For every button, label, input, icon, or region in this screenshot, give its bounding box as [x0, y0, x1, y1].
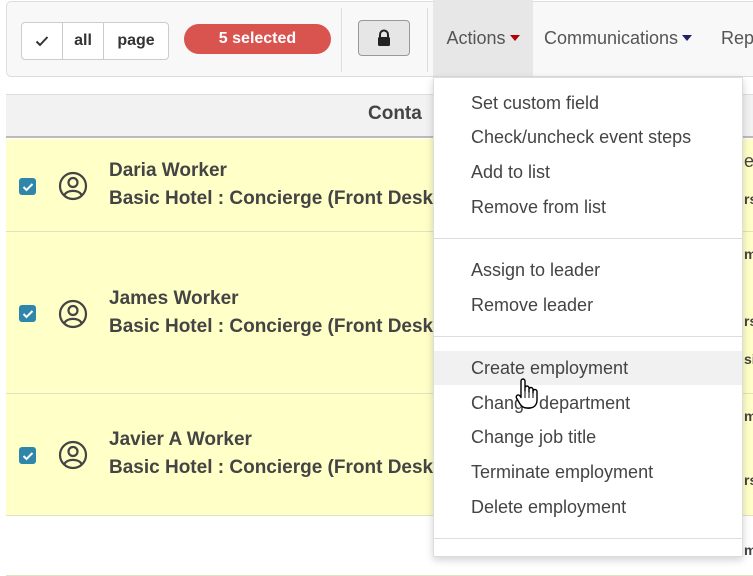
check-icon	[22, 309, 33, 318]
cell-fragment: rs	[744, 191, 753, 207]
menu-item-change-department[interactable]: Change department	[434, 386, 742, 420]
contact-column-header[interactable]: Conta	[368, 103, 422, 125]
select-button-group: all page	[21, 22, 169, 60]
row-checkbox[interactable]	[19, 305, 36, 322]
cell-fragment: m	[744, 542, 753, 558]
cell-fragment: m	[744, 408, 753, 424]
communications-menu-tab[interactable]: Communications	[544, 0, 693, 76]
menu-item-check-uncheck-event-steps[interactable]: Check/uncheck event steps	[434, 120, 742, 154]
cell-fragment: rs	[744, 472, 753, 488]
check-icon	[22, 182, 33, 191]
reports-menu-label: Rep	[721, 27, 753, 48]
person-icon	[58, 440, 88, 470]
menu-divider	[434, 238, 742, 239]
check-icon-button[interactable]	[22, 23, 62, 59]
select-all-button[interactable]: all	[62, 23, 103, 59]
hand-cursor-icon	[515, 378, 538, 409]
menu-divider	[434, 336, 742, 337]
menu-divider	[434, 538, 742, 539]
menu-item-assign-to-leader[interactable]: Assign to leader	[434, 253, 742, 287]
check-icon	[35, 36, 49, 47]
caret-down-icon	[509, 35, 520, 41]
cell-fragment: rs	[744, 313, 753, 329]
lock-icon	[378, 29, 390, 46]
actions-menu-tab[interactable]: Actions	[433, 0, 533, 76]
menu-item-add-to-list[interactable]: Add to list	[434, 155, 742, 189]
reports-menu-tab[interactable]: Rep	[721, 0, 753, 76]
toolbar-divider	[341, 8, 342, 72]
row-checkbox[interactable]	[19, 178, 36, 195]
actions-menu-label: Actions	[446, 27, 506, 48]
toolbar-divider	[427, 8, 428, 72]
person-icon	[58, 171, 88, 201]
menu-item-remove-leader[interactable]: Remove leader	[434, 288, 742, 322]
lock-button[interactable]	[358, 20, 410, 56]
selected-count-badge[interactable]: 5 selected	[184, 24, 331, 54]
menu-item-delete-employment[interactable]: Delete employment	[434, 490, 742, 524]
row-checkbox[interactable]	[19, 447, 36, 464]
cell-fragment: e	[744, 151, 753, 171]
menu-item-terminate-employment[interactable]: Terminate employment	[434, 455, 742, 489]
select-page-button[interactable]: page	[103, 23, 168, 59]
contact-name[interactable]: James Worker	[109, 288, 239, 310]
menu-item-change-job-title[interactable]: Change job title	[434, 420, 742, 454]
person-icon	[58, 299, 88, 329]
contact-job: Basic Hotel : Concierge (Front Desk)	[109, 457, 440, 478]
caret-down-icon	[682, 35, 693, 41]
check-icon	[22, 451, 33, 460]
contact-job: Basic Hotel : Concierge (Front Desk)	[109, 188, 440, 209]
menu-item-remove-from-list[interactable]: Remove from list	[434, 190, 742, 224]
contact-name[interactable]: Javier A Worker	[109, 429, 252, 451]
menu-item-set-custom-field[interactable]: Set custom field	[434, 86, 742, 120]
cell-fragment: si	[744, 351, 753, 367]
actions-dropdown-menu: Set custom field Check/uncheck event ste…	[433, 77, 743, 557]
contact-name[interactable]: Daria Worker	[109, 160, 227, 182]
communications-menu-label: Communications	[544, 27, 679, 48]
cell-fragment: m	[744, 246, 753, 262]
contact-job: Basic Hotel : Concierge (Front Desk)	[109, 316, 440, 337]
menu-item-create-employment[interactable]: Create employment	[434, 351, 742, 385]
